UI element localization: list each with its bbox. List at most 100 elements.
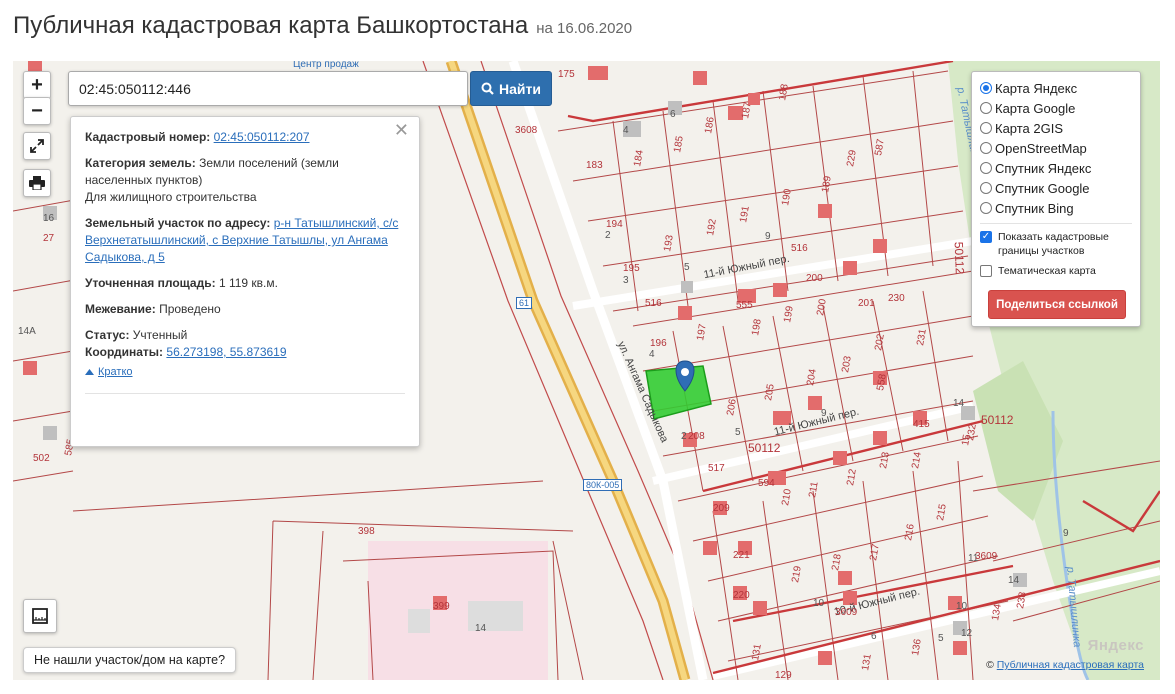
status-label: Статус: <box>85 328 130 342</box>
yandex-logo: Яндекс <box>1087 637 1144 654</box>
svg-text:415: 415 <box>913 419 930 430</box>
radio-icon[interactable] <box>980 82 992 94</box>
radio-icon[interactable] <box>980 122 992 134</box>
svg-text:10: 10 <box>813 598 825 609</box>
svg-text:5: 5 <box>938 633 944 644</box>
cadastral-map[interactable]: 175 186 187 188 183 184 185 229 587 190 189 19… <box>13 61 1160 680</box>
layer-option-yandex-satellite[interactable]: Спутник Яндекс <box>980 158 1132 178</box>
svg-text:220: 220 <box>733 590 750 601</box>
page-header: Публичная кадастровая карта Башкортостан… <box>13 12 632 46</box>
survey-label: Межевание: <box>85 302 156 316</box>
road-sign: 61 <box>516 297 533 309</box>
cadastral-number-link[interactable]: 02:45:050112:207 <box>214 130 310 144</box>
print-button[interactable] <box>23 169 51 197</box>
svg-text:195: 195 <box>623 263 640 274</box>
share-link-button[interactable]: Поделиться ссылкой <box>988 290 1126 319</box>
land-category-row: Категория земель: Земли поселений (земли… <box>85 155 405 206</box>
coordinates-label: Координаты: <box>85 345 164 359</box>
quarter-label: 3609 <box>835 607 858 618</box>
svg-text:4: 4 <box>623 125 629 136</box>
svg-text:10: 10 <box>956 601 968 612</box>
show-borders-label: Показать кадастровые границы участков <box>998 231 1109 257</box>
radio-icon[interactable] <box>980 142 992 154</box>
svg-text:183: 183 <box>586 160 603 171</box>
svg-text:398: 398 <box>358 526 375 537</box>
svg-text:2: 2 <box>681 431 687 442</box>
radio-icon[interactable] <box>980 202 992 214</box>
expand-icon <box>30 139 44 153</box>
svg-text:5: 5 <box>735 427 741 438</box>
checkbox-icon[interactable] <box>980 265 992 277</box>
radio-icon[interactable] <box>980 102 992 114</box>
svg-text:555: 555 <box>736 300 753 311</box>
poi-label: Центр продаж <box>293 61 359 70</box>
collapse-link[interactable]: Кратко <box>85 364 133 381</box>
svg-text:6: 6 <box>871 631 877 642</box>
checkbox-checked-icon[interactable]: ✓ <box>980 231 992 243</box>
layer-option-google-map[interactable]: Карта Google <box>980 98 1132 118</box>
status-row: Статус: Учтенный <box>85 327 405 344</box>
svg-text:12: 12 <box>961 628 973 639</box>
coordinates-link[interactable]: 56.273198, 55.873619 <box>166 345 286 359</box>
fullscreen-button[interactable] <box>23 132 51 160</box>
land-use-value: Для жилищного строительства <box>85 190 257 204</box>
zoom-out-button[interactable]: − <box>23 97 51 125</box>
map-attribution: © Публичная кадастровая карта <box>986 659 1144 671</box>
layer-option-yandex-map[interactable]: Карта Яндекс <box>980 78 1132 98</box>
quarter-label: 50112 <box>748 441 781 455</box>
svg-text:6: 6 <box>670 109 676 120</box>
printer-icon <box>29 176 45 190</box>
quarter-label: 50112 <box>951 241 967 275</box>
area-row: Уточненная площадь: 1 119 кв.м. <box>85 275 405 292</box>
svg-text:230: 230 <box>888 293 905 304</box>
cadastral-search-input[interactable] <box>68 71 468 106</box>
layer-option-2gis-map[interactable]: Карта 2GIS <box>980 118 1132 138</box>
svg-text:129: 129 <box>775 670 792 680</box>
layer-option-bing-satellite[interactable]: Спутник Bing <box>980 198 1132 218</box>
svg-text:221: 221 <box>733 550 750 561</box>
layer-option-label: Спутник Bing <box>995 200 1074 216</box>
svg-text:5: 5 <box>684 262 690 273</box>
radio-icon[interactable] <box>980 182 992 194</box>
building-block <box>408 609 430 633</box>
svg-text:14: 14 <box>1008 575 1020 586</box>
area-label: Уточненная площадь: <box>85 276 216 290</box>
layer-option-label: Карта Яндекс <box>995 80 1078 96</box>
layer-option-label: Карта Google <box>995 100 1076 116</box>
svg-text:9: 9 <box>1063 528 1069 539</box>
svg-text:516: 516 <box>791 243 808 254</box>
svg-text:516: 516 <box>645 298 662 309</box>
close-icon[interactable]: ✕ <box>394 121 409 139</box>
thematic-map-label: Тематическая карта <box>998 265 1096 277</box>
zoom-in-button[interactable]: + <box>23 71 51 99</box>
svg-text:594: 594 <box>758 478 775 489</box>
layer-option-label: Спутник Google <box>995 180 1090 196</box>
svg-text:196: 196 <box>650 338 667 349</box>
layer-option-label: OpenStreetMap <box>995 140 1087 156</box>
layer-option-google-satellite[interactable]: Спутник Google <box>980 178 1132 198</box>
address-row: Земельный участок по адресу: р-н Татышли… <box>85 215 405 266</box>
coordinates-row: Координаты: 56.273198, 55.873619 <box>85 344 405 361</box>
radio-icon[interactable] <box>980 162 992 174</box>
attribution-link[interactable]: Публичная кадастровая карта <box>997 659 1144 671</box>
not-found-button[interactable]: Не нашли участок/дом на карте? <box>23 647 237 673</box>
thematic-map-toggle[interactable]: Тематическая карта <box>980 264 1132 278</box>
svg-text:517: 517 <box>708 463 725 474</box>
ruler-button[interactable] <box>23 599 57 633</box>
svg-text:208: 208 <box>688 431 705 442</box>
survey-row: Межевание: Проведено <box>85 301 405 318</box>
svg-text:3: 3 <box>623 275 629 286</box>
layer-option-label: Карта 2GIS <box>995 120 1064 136</box>
layer-switcher: Карта Яндекс Карта Google Карта 2GIS Ope… <box>971 71 1141 327</box>
svg-text:14: 14 <box>475 623 487 634</box>
divider <box>85 392 405 394</box>
svg-text:27: 27 <box>43 233 55 244</box>
ruler-icon <box>32 608 48 624</box>
cadastral-number-label: Кадастровый номер: <box>85 130 211 144</box>
search-icon <box>481 82 494 95</box>
page-title: Публичная кадастровая карта Башкортостан… <box>13 12 529 39</box>
cadastral-number-row: Кадастровый номер: 02:45:050112:207 <box>85 129 405 146</box>
show-borders-toggle[interactable]: ✓ Показать кадастровые границы участков <box>980 230 1132 258</box>
layer-option-osm[interactable]: OpenStreetMap <box>980 138 1132 158</box>
search-button[interactable]: Найти <box>470 71 552 106</box>
